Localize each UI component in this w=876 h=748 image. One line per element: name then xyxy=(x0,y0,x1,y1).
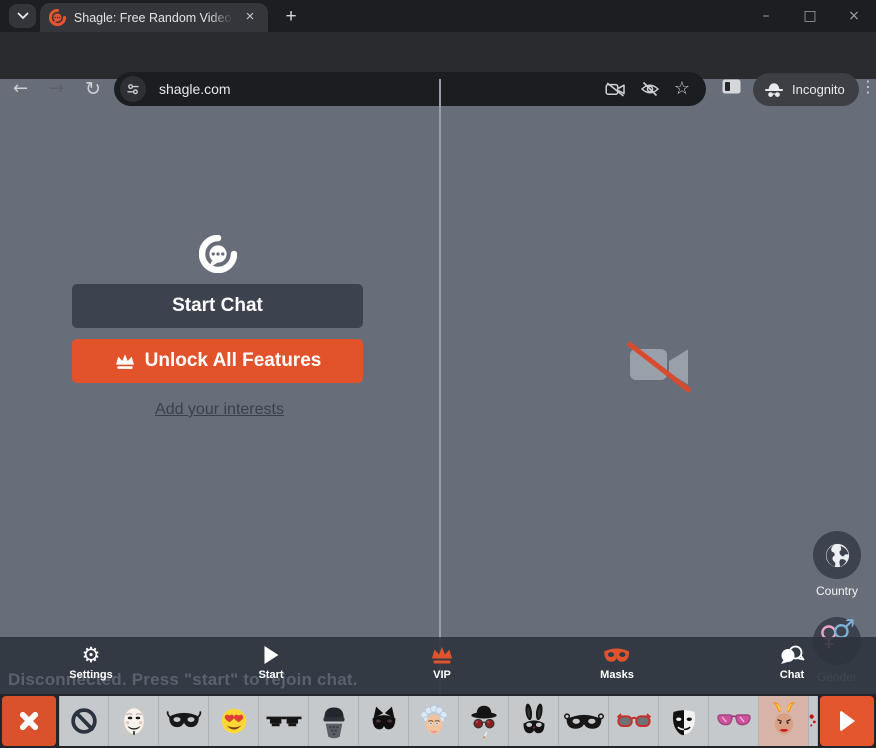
shagle-favicon-icon xyxy=(49,9,66,26)
mask-item-wide-masquerade[interactable] xyxy=(559,696,609,746)
browser-toolbar: ← → ↻ shagle.com xyxy=(0,32,876,79)
start-button[interactable]: Start xyxy=(258,644,283,681)
tab-title: Shagle: Free Random Video Cha xyxy=(74,11,233,25)
masks-button[interactable]: Masks xyxy=(600,644,634,681)
masks-label: Masks xyxy=(600,669,634,681)
hat-red-glasses-icon xyxy=(463,700,505,742)
camera-off-icon xyxy=(626,340,692,394)
self-video-panel: Start Chat Unlock All Features Add your … xyxy=(0,79,439,694)
panel-divider xyxy=(439,79,441,694)
connection-status-text: Disconnected. Press "start" to rejoin ch… xyxy=(8,670,358,690)
red-sunglasses-icon xyxy=(612,699,656,743)
globe-icon xyxy=(824,542,851,569)
guy-fawkes-icon xyxy=(113,700,155,742)
masquerade-mask-icon xyxy=(163,700,205,742)
next-masks-button[interactable] xyxy=(820,696,874,746)
add-interests-link[interactable]: Add your interests xyxy=(0,401,439,419)
mask-item-pixel-shades[interactable] xyxy=(259,696,309,746)
mask-item-bunny[interactable] xyxy=(509,696,559,746)
start-label: Start xyxy=(258,669,283,681)
new-tab-button[interactable]: + xyxy=(280,6,302,28)
mask-item-red-sunglasses[interactable] xyxy=(609,696,659,746)
cat-mask-icon xyxy=(363,700,405,742)
settings-button[interactable]: ⚙ Settings xyxy=(69,644,112,681)
mask-item-devil[interactable] xyxy=(759,696,809,746)
tab-close-icon[interactable]: × xyxy=(241,9,259,27)
close-x-icon xyxy=(16,708,42,734)
masquerade-icon xyxy=(603,648,630,663)
minimize-button[interactable]: – xyxy=(744,8,788,24)
no-mask-icon xyxy=(64,701,104,741)
close-window-button[interactable]: × xyxy=(832,8,876,24)
close-masks-button[interactable] xyxy=(2,696,56,746)
pink-aviators-icon xyxy=(712,699,756,743)
mask-item-granny[interactable] xyxy=(409,696,459,746)
vip-button[interactable]: VIP xyxy=(430,644,454,681)
mask-strip xyxy=(59,696,818,746)
gear-icon: ⚙ xyxy=(82,645,101,666)
country-label: Country xyxy=(789,584,876,598)
settings-label: Settings xyxy=(69,669,112,681)
mask-item-cat-mask[interactable] xyxy=(359,696,409,746)
pixel-sunglasses-icon xyxy=(263,700,305,742)
country-filter-button[interactable] xyxy=(813,531,861,579)
chat-bubbles-icon xyxy=(779,645,805,665)
mask-item-theater-mask[interactable] xyxy=(659,696,709,746)
tab-strip: Shagle: Free Random Video Cha × + – □ × xyxy=(0,0,876,32)
theater-mask-icon xyxy=(663,700,705,742)
unlock-features-label: Unlock All Features xyxy=(145,350,322,372)
chat-button[interactable]: Chat xyxy=(779,644,805,681)
mask-item-balaclava-beanie[interactable] xyxy=(309,696,359,746)
partial-mask-icon xyxy=(809,698,817,744)
vip-crown-icon xyxy=(430,646,454,665)
mask-item-heisenberg[interactable] xyxy=(459,696,509,746)
start-chat-button[interactable]: Start Chat xyxy=(72,284,363,328)
tab-search-button[interactable] xyxy=(9,4,36,28)
mask-item-guy-fawkes[interactable] xyxy=(109,696,159,746)
chat-label: Chat xyxy=(780,669,804,681)
heart-eyes-emoji-icon xyxy=(213,700,255,742)
mask-item-partial[interactable] xyxy=(809,696,818,746)
vip-label: VIP xyxy=(433,669,451,681)
arrow-right-icon xyxy=(840,710,855,732)
mask-item-pink-aviators[interactable] xyxy=(709,696,759,746)
tab-shagle[interactable]: Shagle: Free Random Video Cha × xyxy=(40,3,268,32)
mask-item-heart-eyes[interactable] xyxy=(209,696,259,746)
maximize-button[interactable]: □ xyxy=(788,8,832,24)
mask-carousel xyxy=(0,694,876,748)
play-icon xyxy=(264,646,278,664)
page-content: Start Chat Unlock All Features Add your … xyxy=(0,79,876,694)
window-controls: – □ × xyxy=(744,0,876,32)
browser-window: Shagle: Free Random Video Cha × + – □ × … xyxy=(0,0,876,748)
bunny-mask-icon xyxy=(513,700,555,742)
shagle-logo-icon xyxy=(199,235,237,273)
balaclava-beanie-icon xyxy=(313,700,355,742)
mask-item-masquerade[interactable] xyxy=(159,696,209,746)
mask-item-none[interactable] xyxy=(59,696,109,746)
unlock-features-button[interactable]: Unlock All Features xyxy=(72,339,363,383)
devil-face-icon xyxy=(762,698,806,744)
tiara-wig-face-icon xyxy=(413,700,455,742)
chevron-down-icon xyxy=(17,12,29,20)
crown-icon xyxy=(114,353,136,370)
wide-masquerade-icon xyxy=(562,699,606,743)
